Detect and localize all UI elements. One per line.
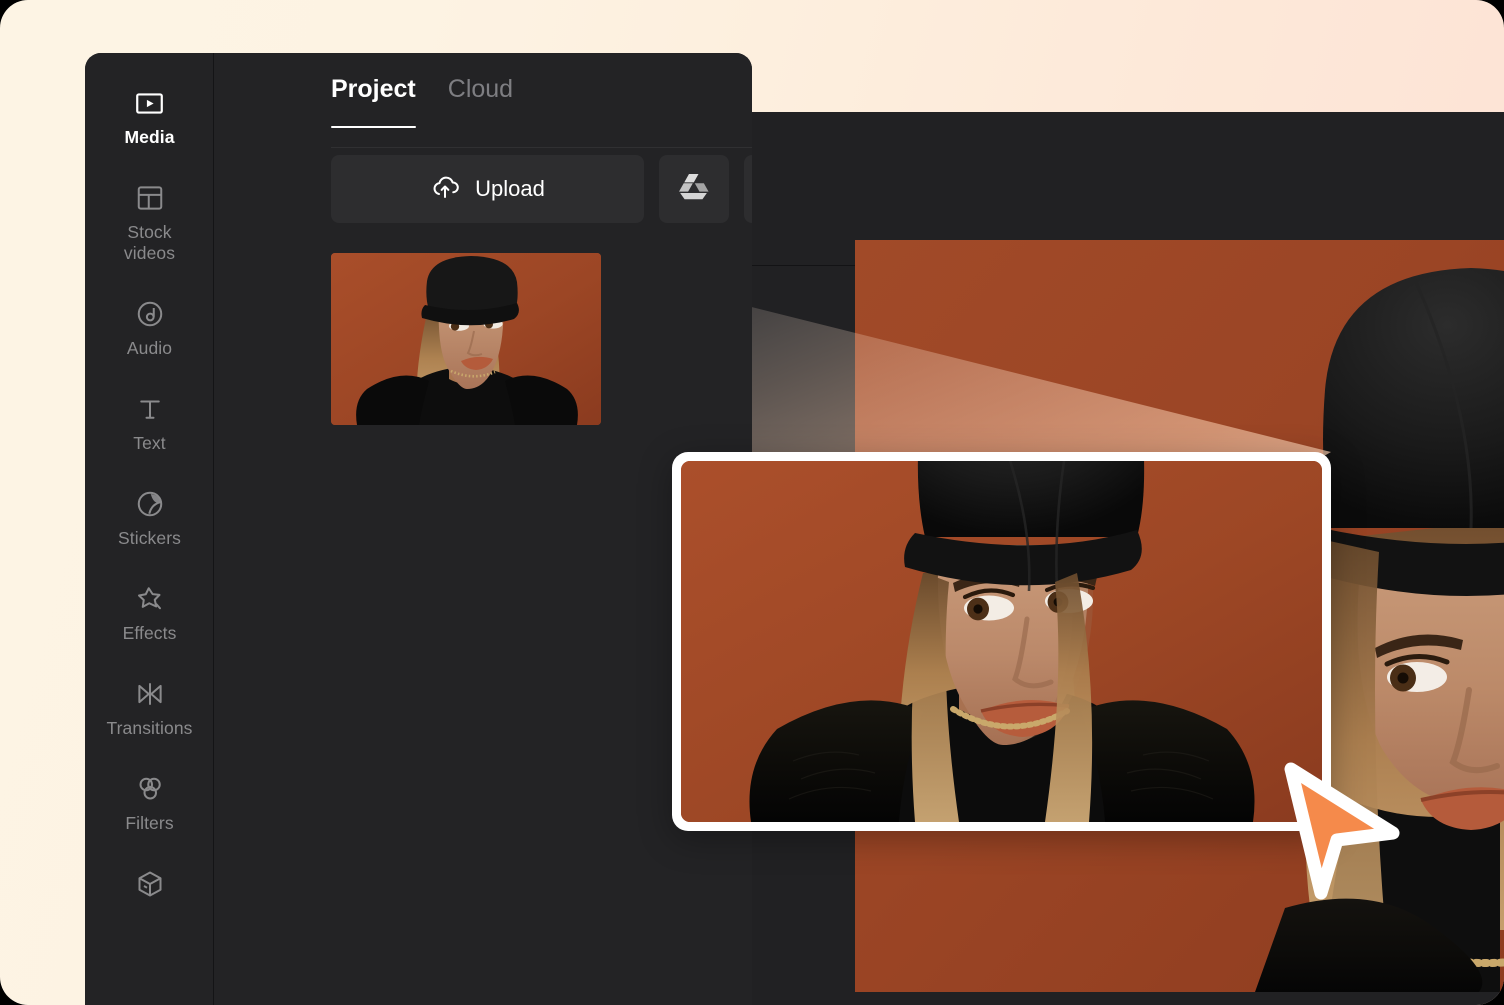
sidebar-item-stock-videos[interactable]: Stock videos xyxy=(85,183,214,264)
portrait-photo-thumbnail xyxy=(331,253,601,425)
dropbox-button[interactable] xyxy=(744,155,752,223)
upload-toolbar: Upload xyxy=(331,155,752,223)
sidebar-item-audio[interactable]: Audio xyxy=(85,299,214,359)
media-thumbnail[interactable] xyxy=(331,253,601,425)
audio-note-icon xyxy=(135,299,165,329)
transitions-bowtie-icon xyxy=(135,679,165,709)
effects-star-icon xyxy=(135,584,165,614)
sidebar-item-label: Effects xyxy=(122,623,177,643)
editor-panel: Media Stock videos Audio Text Stickers E… xyxy=(85,53,752,1005)
sidebar-item-text[interactable]: Text xyxy=(85,394,214,454)
sidebar-item-label: Audio xyxy=(126,338,173,358)
zoom-preview-card[interactable] xyxy=(672,452,1331,831)
sticker-circle-icon xyxy=(135,489,165,519)
cube-3d-icon xyxy=(135,869,165,899)
sidebar-item-label: Transitions xyxy=(106,718,193,738)
tabs-divider xyxy=(331,147,752,148)
text-t-icon xyxy=(135,394,165,424)
sidebar-item-stickers[interactable]: Stickers xyxy=(85,489,214,549)
tab-project[interactable]: Project xyxy=(331,75,416,128)
panel-tabs: Project Cloud xyxy=(331,75,513,128)
sidebar-item-label: Filters xyxy=(125,813,174,833)
sidebar-nav: Media Stock videos Audio Text Stickers E… xyxy=(85,53,214,1005)
filters-rings-icon xyxy=(135,774,165,804)
layout-grid-icon xyxy=(135,183,165,213)
portrait-photo-zoomed xyxy=(681,461,1322,822)
sidebar-item-effects[interactable]: Effects xyxy=(85,584,214,644)
sidebar-item-media[interactable]: Media xyxy=(85,88,214,148)
google-drive-button[interactable] xyxy=(659,155,729,223)
sidebar-item-elements-3d[interactable] xyxy=(85,869,214,908)
media-player-icon xyxy=(134,88,165,118)
upload-button[interactable]: Upload xyxy=(331,155,644,223)
wallpaper-background: Media Stock videos Audio Text Stickers E… xyxy=(0,0,1504,1005)
sidebar-item-label: Media xyxy=(124,127,175,147)
zoom-preview-image xyxy=(681,461,1322,822)
sidebar-item-transitions[interactable]: Transitions xyxy=(85,679,214,739)
google-drive-icon xyxy=(679,173,709,205)
sidebar-item-label: Stickers xyxy=(117,528,182,548)
cloud-upload-icon xyxy=(430,171,460,207)
sidebar-item-label: Text xyxy=(133,433,166,453)
sidebar-item-label: Stock videos xyxy=(123,222,176,263)
sidebar-item-filters[interactable]: Filters xyxy=(85,774,214,834)
screenshot-stage: Media Stock videos Audio Text Stickers E… xyxy=(0,0,1504,1005)
upload-button-label: Upload xyxy=(475,176,545,201)
tab-cloud[interactable]: Cloud xyxy=(448,75,513,128)
